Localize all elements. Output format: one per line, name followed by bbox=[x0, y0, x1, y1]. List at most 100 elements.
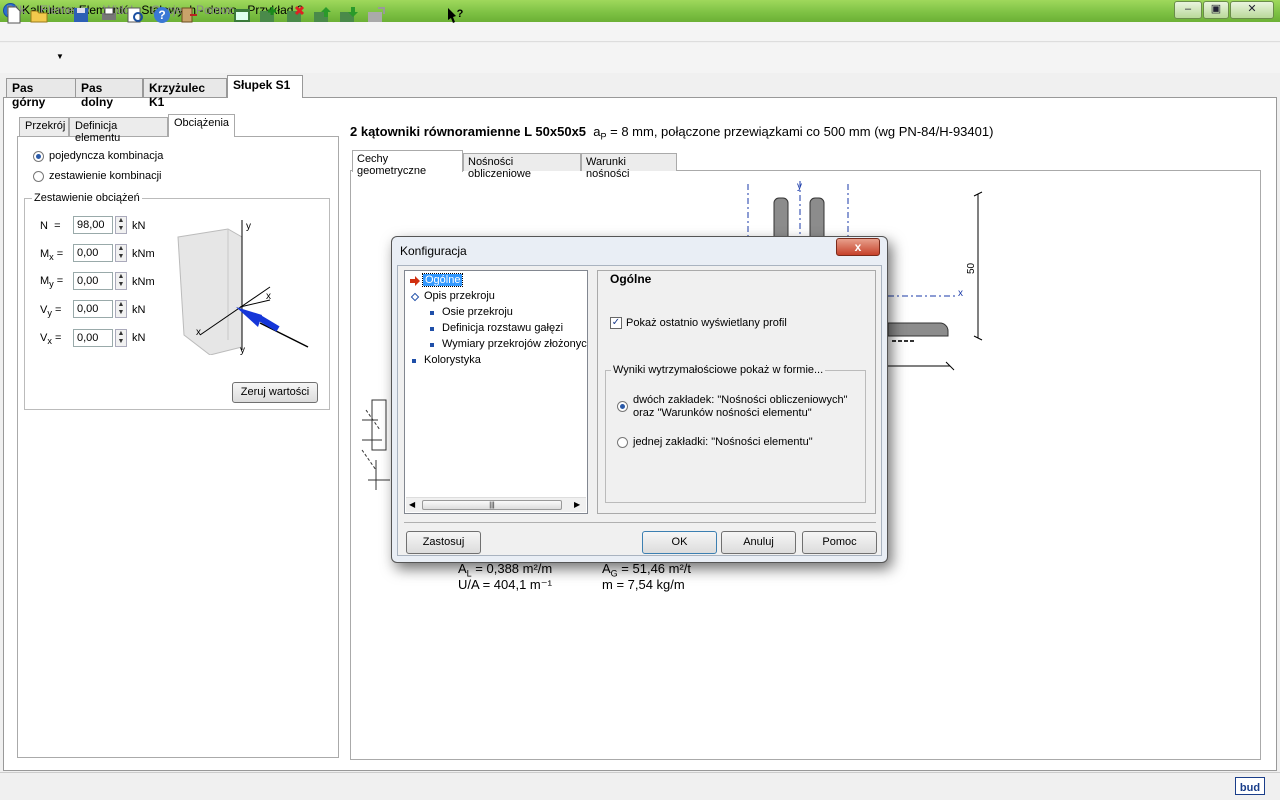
field-mx-sub: x bbox=[49, 252, 54, 263]
close-button[interactable]: ✕ bbox=[1230, 1, 1274, 19]
tab-przekroj[interactable]: Przekrój bbox=[19, 117, 69, 136]
print-icon[interactable] bbox=[99, 5, 119, 25]
scroll-left-icon[interactable]: ◀ bbox=[409, 500, 415, 509]
prop-mass: m = 7,54 kg/m bbox=[602, 577, 685, 592]
dialog-title: Konfiguracja bbox=[400, 244, 467, 258]
tree-item-definicja-rozstawu[interactable]: Definicja rozstawu gałęzi bbox=[442, 322, 563, 334]
field-vy-label: Vy = bbox=[40, 304, 62, 319]
field-mx-input[interactable]: 0,00 bbox=[73, 244, 113, 262]
tab-obciazenia[interactable]: Obciążenia bbox=[168, 114, 235, 137]
tab-slupek-s1[interactable]: Słupek S1 bbox=[227, 75, 303, 98]
field-vx-input[interactable]: 0,00 bbox=[73, 329, 113, 347]
drawing-axis-x: x bbox=[958, 288, 963, 299]
tree-node-icon bbox=[410, 292, 420, 302]
section-title: 2 kątowniki równoramienne L 50x50x5 aP =… bbox=[350, 124, 993, 142]
scrollbar-thumb[interactable]: ||| bbox=[422, 500, 562, 510]
field-n-symbol: N bbox=[40, 220, 48, 232]
drawing-dimension: 50 bbox=[966, 262, 977, 274]
section-title-main: 2 kątowniki równoramienne L 50x50x5 bbox=[350, 124, 587, 139]
add-element-icon[interactable] bbox=[258, 5, 278, 25]
tab-nosnosci-obliczeniowe[interactable]: Nośności obliczeniowe bbox=[463, 153, 581, 180]
tree-item-opis-przekroju[interactable]: Opis przekroju bbox=[424, 290, 495, 302]
field-n-stepper[interactable]: ▲ ▼ bbox=[115, 216, 127, 234]
dialog-body: Ogólne Opis przekroju Osie przekroju Def… bbox=[397, 265, 882, 556]
svg-text:x: x bbox=[196, 327, 201, 338]
tree-item-kolorystyka[interactable]: Kolorystyka bbox=[424, 354, 481, 366]
scroll-right-icon[interactable]: ▶ bbox=[574, 500, 580, 509]
prop-al-symbol: A bbox=[458, 561, 467, 576]
open-folder-icon[interactable] bbox=[29, 5, 49, 25]
arrow-right-icon bbox=[410, 276, 420, 286]
field-my-symbol: M bbox=[40, 275, 50, 287]
tree-row-wymiary: Wymiary przekrojów złożonych bbox=[405, 335, 587, 355]
settings-tree: Ogólne Opis przekroju Osie przekroju Def… bbox=[404, 270, 588, 514]
intersoft-logo: bud bbox=[1235, 777, 1265, 795]
drawing-axis-y: y bbox=[797, 181, 802, 192]
field-n-input[interactable]: 98,00 bbox=[73, 216, 113, 234]
field-my-unit: kNm bbox=[132, 276, 155, 288]
prop-al-value: = 0,388 m²/m bbox=[471, 561, 553, 576]
minimize-button[interactable]: – bbox=[1174, 1, 1202, 19]
context-help-icon[interactable]: ? bbox=[445, 5, 465, 25]
configuration-dialog: Konfiguracja x Ogólne Opis przekroju Osi… bbox=[391, 236, 888, 563]
cancel-button[interactable]: Anuluj bbox=[721, 531, 796, 554]
move-up-icon[interactable] bbox=[312, 5, 332, 25]
tab-krzyzulec-k1[interactable]: Krzyżulec K1 bbox=[143, 78, 227, 109]
tab-cechy-geometryczne[interactable]: Cechy geometryczne bbox=[352, 150, 463, 177]
svg-text:y: y bbox=[246, 221, 251, 232]
copy-element-icon[interactable] bbox=[366, 5, 386, 25]
field-vy-sub: y bbox=[47, 308, 52, 319]
two-tabs-line2: oraz "Warunków nośności elementu" bbox=[633, 407, 812, 419]
two-tabs-label: dwóch zakładek: "Nośności obliczeniowych… bbox=[633, 394, 847, 420]
delete-element-icon[interactable] bbox=[285, 5, 305, 25]
single-combination-radio[interactable] bbox=[33, 151, 44, 162]
bullet-icon bbox=[430, 311, 434, 315]
field-vy-input[interactable]: 0,00 bbox=[73, 300, 113, 318]
show-last-profile-label: Pokaż ostatnio wyświetlany profil bbox=[626, 317, 787, 329]
tab-definicja-elementu[interactable]: Definicja elementu bbox=[69, 117, 168, 144]
menu-pomoc[interactable]: Pomoc bbox=[196, 3, 233, 17]
tab-pas-gorny[interactable]: Pas górny bbox=[6, 78, 76, 109]
load-axes-illustration: y x x y bbox=[177, 220, 309, 355]
bullet-icon bbox=[430, 343, 434, 347]
maximize-button[interactable]: ▣ bbox=[1203, 1, 1229, 19]
svg-text:x: x bbox=[266, 291, 271, 302]
two-tabs-radio[interactable] bbox=[617, 401, 628, 412]
field-vy-stepper[interactable]: ▲ ▼ bbox=[115, 300, 127, 318]
field-my-input[interactable]: 0,00 bbox=[73, 272, 113, 290]
tree-item-osie-przekroju[interactable]: Osie przekroju bbox=[442, 306, 513, 318]
move-down-icon[interactable] bbox=[338, 5, 358, 25]
single-combination-label: pojedyncza kombinacja bbox=[49, 150, 164, 162]
apply-button[interactable]: Zastosuj bbox=[406, 531, 481, 554]
show-last-profile-checkbox[interactable]: ✓ bbox=[610, 317, 622, 329]
tree-item-wymiary-przekrojow[interactable]: Wymiary przekrojów złożonych bbox=[442, 338, 587, 350]
print-preview-icon[interactable] bbox=[125, 5, 145, 25]
field-my-label: My = bbox=[40, 275, 64, 290]
tree-item-ogolne[interactable]: Ogólne bbox=[421, 273, 464, 287]
svg-text:?: ? bbox=[158, 8, 165, 22]
one-tab-radio[interactable] bbox=[617, 437, 628, 448]
exit-icon[interactable] bbox=[178, 5, 198, 25]
element-list-icon[interactable] bbox=[232, 5, 252, 25]
dialog-close-button[interactable]: x bbox=[836, 238, 880, 256]
side-view-drawing bbox=[361, 399, 390, 490]
field-mx-symbol: M bbox=[40, 248, 50, 260]
chevron-down-icon[interactable]: ▼ bbox=[56, 52, 64, 61]
combination-list-radio[interactable] bbox=[33, 171, 44, 182]
tree-horizontal-scrollbar[interactable]: ◀ ||| ▶ bbox=[406, 497, 586, 512]
field-mx-stepper[interactable]: ▲ ▼ bbox=[115, 244, 127, 262]
menu-bar bbox=[0, 22, 1280, 42]
two-tabs-line1: dwóch zakładek: "Nośności obliczeniowych… bbox=[633, 394, 848, 406]
general-settings-title: Ogólne bbox=[608, 272, 654, 286]
save-icon[interactable] bbox=[71, 5, 91, 25]
new-file-icon[interactable] bbox=[4, 5, 24, 25]
help-icon[interactable]: ? bbox=[152, 5, 172, 25]
help-button[interactable]: Pomoc bbox=[802, 531, 877, 554]
field-vx-stepper[interactable]: ▲ ▼ bbox=[115, 329, 127, 347]
tab-pas-dolny[interactable]: Pas dolny bbox=[75, 78, 143, 109]
svg-text:y: y bbox=[240, 345, 245, 355]
reset-values-button[interactable]: Zeruj wartości bbox=[232, 382, 318, 403]
tab-warunki-nosnosci[interactable]: Warunki nośności bbox=[581, 153, 677, 180]
field-my-stepper[interactable]: ▲ ▼ bbox=[115, 272, 127, 290]
ok-button[interactable]: OK bbox=[642, 531, 717, 554]
